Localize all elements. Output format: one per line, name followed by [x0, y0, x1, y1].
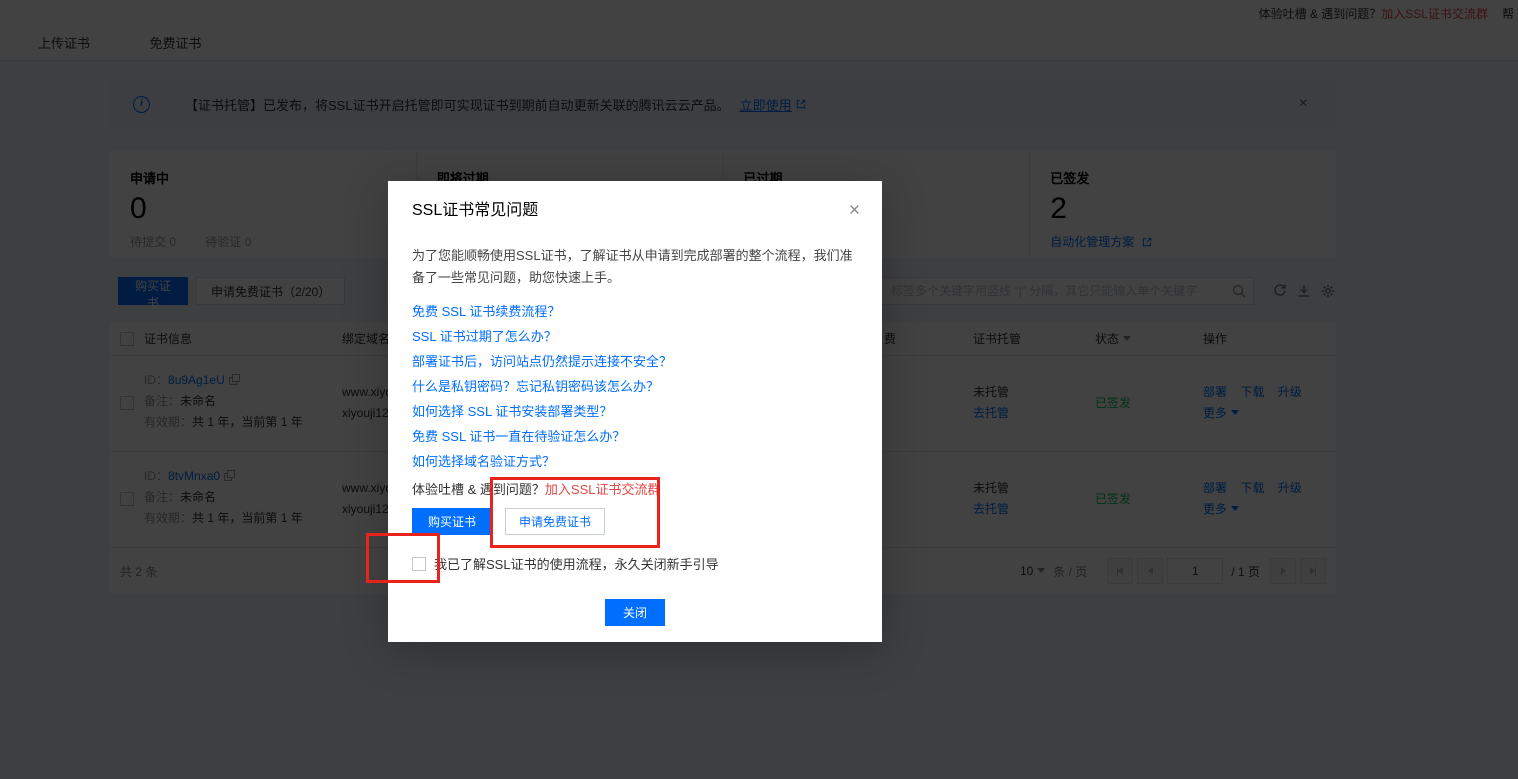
faq-link[interactable]: 如何选择域名验证方式？ [412, 455, 858, 469]
faq-link[interactable]: 部署证书后，访问站点仍然提示连接不安全？ [412, 355, 858, 369]
faq-link[interactable]: 免费 SSL 证书一直在待验证怎么办？ [412, 430, 858, 444]
ssl-console-page: 体验吐槽 & 遇到问题？加入SSL证书交流群帮 上传证书 免费证书 【证书托管】… [0, 0, 1518, 779]
dialog-title: SSL证书常见问题 [412, 201, 858, 221]
faq-link[interactable]: 免费 SSL 证书续费流程？ [412, 305, 858, 319]
annotation-box-apply-free [490, 477, 660, 548]
annotation-box-checkbox [366, 533, 440, 583]
dismiss-guide-option: 我已了解SSL证书的使用流程，永久关闭新手引导 [412, 554, 858, 573]
close-icon[interactable] [849, 201, 860, 220]
faq-link[interactable]: SSL 证书过期了怎么办？ [412, 330, 858, 344]
faq-link[interactable]: 什么是私钥密码？忘记私钥密码该怎么办？ [412, 380, 858, 394]
checkbox-label: 我已了解SSL证书的使用流程，永久关闭新手引导 [434, 554, 719, 573]
ssl-faq-dialog: SSL证书常见问题 为了您能顺畅使用SSL证书，了解证书从申请到完成部署的整个流… [388, 181, 882, 642]
faq-link[interactable]: 如何选择 SSL 证书安装部署类型？ [412, 405, 858, 419]
close-dialog-button[interactable]: 关闭 [605, 599, 665, 626]
dialog-intro: 为了您能顺畅使用SSL证书，了解证书从申请到完成部署的整个流程，我们准备了一些常… [412, 245, 858, 289]
buy-cert-button[interactable]: 购买证书 [412, 508, 492, 535]
dialog-footer: 关闭 [412, 599, 858, 626]
